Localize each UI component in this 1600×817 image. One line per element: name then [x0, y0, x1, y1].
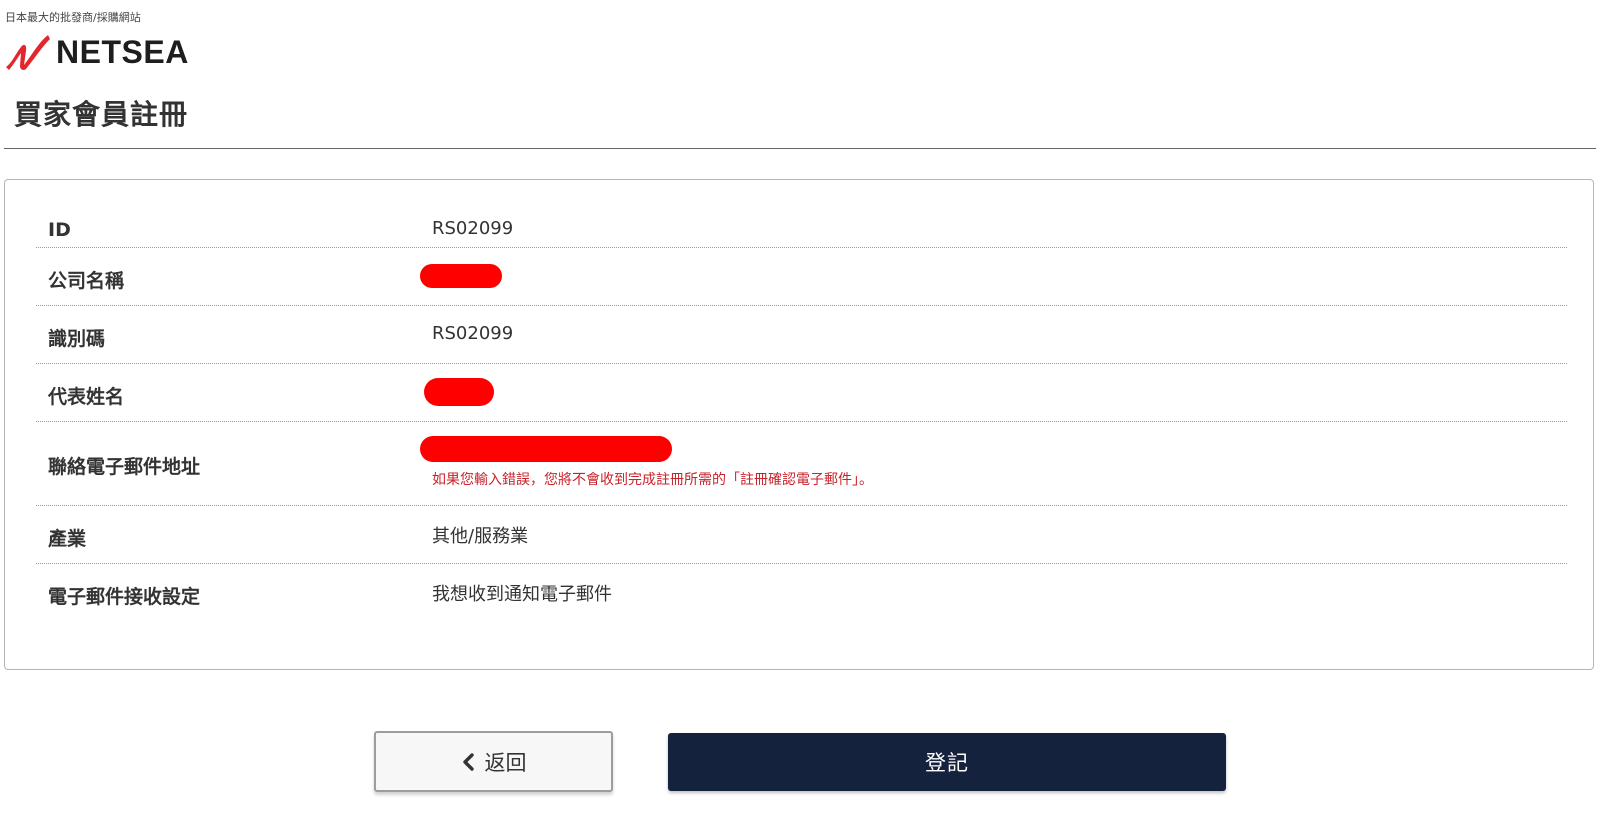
- registration-details-panel: ID RS02099 公司名稱 識別碼 RS02099 代表姓名 聯絡電子郵件地…: [4, 179, 1594, 670]
- detail-value: RS02099: [432, 218, 514, 239]
- detail-label: 代表姓名: [48, 386, 125, 408]
- redaction-mark: [420, 264, 502, 288]
- redaction-mark: [420, 436, 672, 462]
- logo-wordmark: NETSEA: [56, 34, 189, 70]
- detail-row-representative-name: 代表姓名: [36, 364, 1567, 422]
- detail-label: 電子郵件接收設定: [48, 586, 201, 608]
- chevron-left-icon: [462, 752, 474, 771]
- register-button-label: 登記: [925, 751, 969, 775]
- registration-confirm-page: 日本最大的批發商/採購網站 NETSEA 買家會員註冊 ID RS02099 公…: [0, 0, 1600, 817]
- netsea-logo-icon: [6, 35, 50, 70]
- back-button[interactable]: 返回: [374, 731, 613, 792]
- detail-value: RS02099: [432, 323, 514, 344]
- back-button-label: 返回: [484, 750, 527, 775]
- detail-value: 其他/服務業: [432, 526, 529, 547]
- detail-value: 我想收到通知電子郵件: [432, 584, 612, 605]
- register-button[interactable]: 登記: [668, 733, 1226, 791]
- detail-row-contact-email: 聯絡電子郵件地址 如果您輸入錯誤，您將不會收到完成註冊所需的「註冊確認電子郵件」…: [36, 422, 1567, 506]
- detail-row-industry: 產業 其他/服務業: [36, 506, 1567, 564]
- page-title: 買家會員註冊: [14, 98, 189, 131]
- site-tagline: 日本最大的批發商/採購網站: [5, 11, 141, 24]
- email-warning-note: 如果您輸入錯誤，您將不會收到完成註冊所需的「註冊確認電子郵件」。: [432, 472, 873, 488]
- netsea-logo[interactable]: NETSEA: [4, 33, 189, 71]
- title-divider: [4, 148, 1596, 149]
- detail-row-email-setting: 電子郵件接收設定 我想收到通知電子郵件: [36, 564, 1567, 622]
- detail-label: 聯絡電子郵件地址: [48, 456, 201, 478]
- detail-label: 產業: [48, 528, 87, 550]
- detail-label: ID: [48, 219, 71, 241]
- detail-row-company-name: 公司名稱: [36, 248, 1567, 306]
- redaction-mark: [424, 378, 494, 406]
- detail-label: 公司名稱: [48, 270, 125, 292]
- detail-row-id: ID RS02099: [36, 199, 1567, 248]
- detail-row-identification-code: 識別碼 RS02099: [36, 306, 1567, 364]
- detail-label: 識別碼: [48, 328, 106, 350]
